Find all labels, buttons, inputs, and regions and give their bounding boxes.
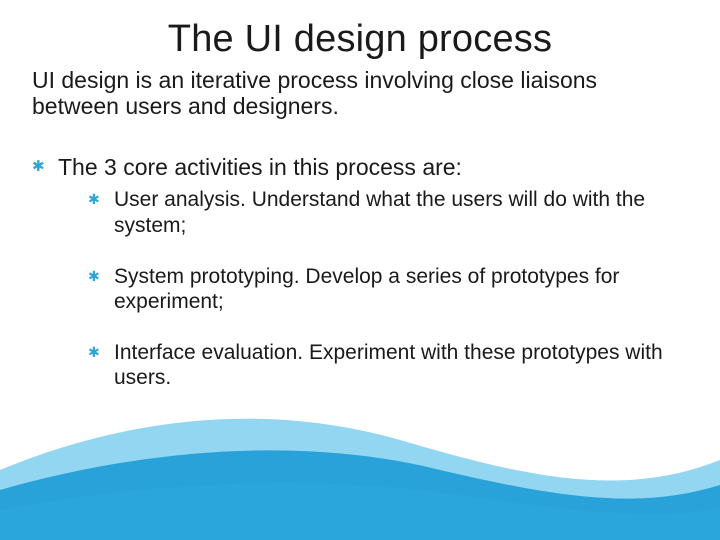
sub-bullet-text: User analysis. Understand what the users… [114, 188, 645, 236]
bullet-text: The 3 core activities in this process ar… [58, 154, 462, 180]
bullet-item: The 3 core activities in this process ar… [32, 154, 688, 391]
wave-decoration [0, 390, 720, 540]
sub-bullet-item: System prototyping. Develop a series of … [88, 264, 688, 314]
intro-paragraph: UI design is an iterative process involv… [32, 67, 688, 120]
sub-bullet-item: Interface evaluation. Experiment with th… [88, 340, 688, 390]
sub-bullet-text: Interface evaluation. Experiment with th… [114, 341, 663, 389]
slide: The UI design process UI design is an it… [0, 0, 720, 540]
bullet-list: The 3 core activities in this process ar… [32, 154, 688, 391]
sub-bullet-text: System prototyping. Develop a series of … [114, 265, 619, 313]
slide-title: The UI design process [32, 18, 688, 61]
sub-bullet-list: User analysis. Understand what the users… [58, 187, 688, 390]
sub-bullet-item: User analysis. Understand what the users… [88, 187, 688, 237]
